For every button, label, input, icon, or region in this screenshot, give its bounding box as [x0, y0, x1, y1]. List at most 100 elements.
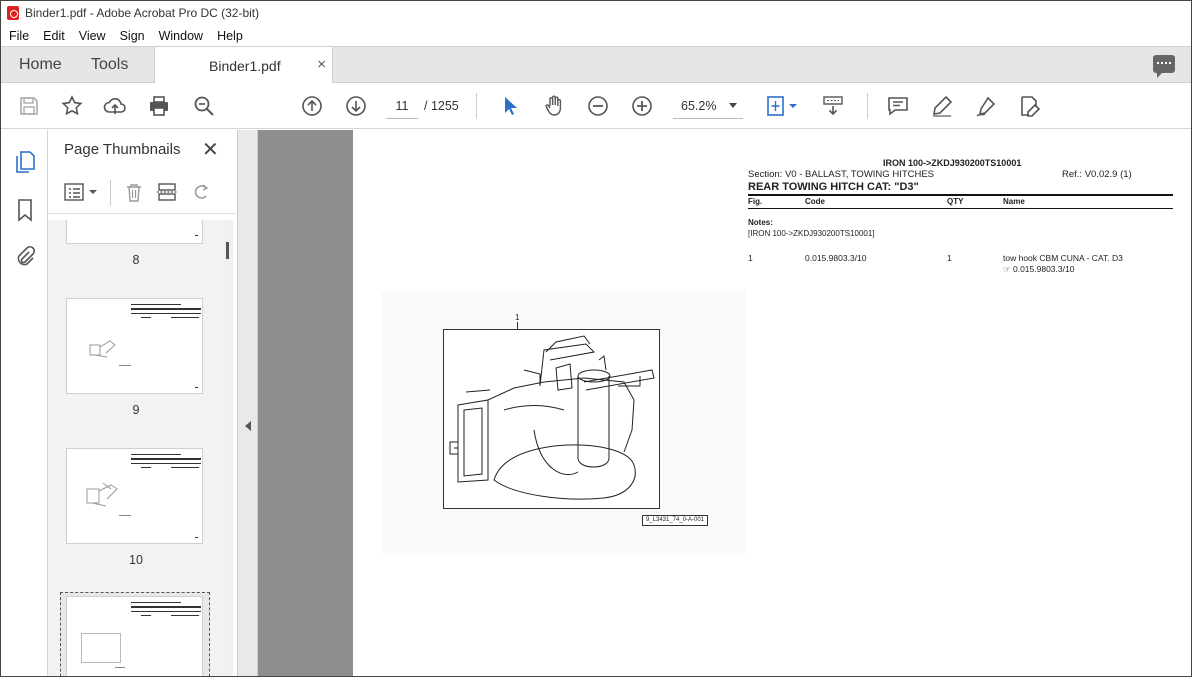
thumbnail-label: 9	[132, 403, 140, 417]
delete-page-icon[interactable]	[123, 182, 145, 202]
thumbnail-drawing	[86, 482, 118, 507]
add-comment-icon[interactable]	[886, 94, 910, 118]
thumbnail-page[interactable]	[66, 298, 203, 394]
thumbnail-text-line	[119, 515, 131, 516]
thumbnail-text-line	[141, 317, 151, 318]
document-tab-label: Binder1.pdf	[209, 58, 281, 74]
toolbar-divider	[867, 93, 868, 119]
scroll-mode-icon[interactable]	[821, 94, 845, 118]
thumbnail-scroll-thumb[interactable]	[226, 242, 229, 259]
bookmarks-icon[interactable]	[14, 198, 36, 222]
extract-page-icon[interactable]	[156, 182, 178, 202]
menu-edit[interactable]: Edit	[43, 29, 65, 43]
zoom-out-icon[interactable]	[586, 94, 610, 118]
thumbnail-drawing	[81, 633, 121, 663]
menu-help[interactable]: Help	[217, 29, 243, 43]
highlight-pen-icon[interactable]	[930, 94, 954, 118]
thumbnail-text-line	[119, 365, 131, 366]
rotate-page-icon[interactable]	[190, 182, 212, 202]
thumbnail-label: 10	[129, 553, 143, 567]
thumbnail-drawing	[89, 340, 116, 358]
thumbnail-text-line	[131, 606, 201, 608]
collapse-panel-icon[interactable]	[245, 421, 251, 431]
comment-bubble-icon[interactable]	[1153, 55, 1175, 78]
zoom-in-icon[interactable]	[630, 94, 654, 118]
navigation-rail	[1, 130, 48, 676]
toolbar-divider	[110, 180, 111, 206]
upload-cloud-icon[interactable]	[103, 94, 127, 118]
menu-sign[interactable]: Sign	[120, 29, 145, 43]
thumbnail-text-line	[171, 615, 199, 616]
tow-hook-drawing	[443, 329, 660, 509]
thumbnail-text-line	[131, 602, 181, 603]
attachments-paperclip-icon[interactable]	[14, 244, 36, 268]
page-section: Section: V0 - BALLAST, TOWING HITCHES	[748, 169, 935, 180]
thumbnail-page[interactable]	[66, 448, 203, 544]
menu-window[interactable]: Window	[159, 29, 203, 43]
acrobat-logo-icon	[7, 6, 19, 20]
thumbnail-text-line	[141, 467, 151, 468]
table-header-rule	[748, 208, 1173, 209]
row-name: tow hook CBM CUNA - CAT. D3	[1003, 253, 1123, 263]
thumbnail-text-line	[171, 317, 199, 318]
menu-file[interactable]: File	[9, 29, 29, 43]
panel-title: Page Thumbnails	[64, 141, 181, 158]
page-number-input[interactable]: 11	[386, 93, 418, 119]
page-ref: Ref.: V0.02.9 (1)	[1062, 169, 1132, 180]
thumbnail-text-line	[141, 615, 151, 616]
tab-home[interactable]: Home	[19, 56, 62, 74]
menu-bar: File Edit View Sign Window Help	[1, 25, 1191, 46]
thumbnail-text-line	[115, 667, 125, 668]
thumbnail-text-line	[131, 458, 201, 460]
page-fit-icon[interactable]	[765, 94, 801, 118]
toolbar-divider	[476, 93, 477, 119]
zoom-search-icon[interactable]	[192, 94, 216, 118]
tow-hook-illustration	[449, 335, 655, 500]
thumbnail-text-line	[131, 308, 201, 310]
column-qty: QTY	[947, 197, 964, 206]
edit-pdf-icon[interactable]	[1018, 94, 1042, 118]
title-bar: Binder1.pdf - Adobe Acrobat Pro DC (32-b…	[1, 1, 1191, 25]
thumbnail-options-icon[interactable]	[64, 182, 100, 202]
close-panel-icon[interactable]: ✕	[202, 137, 219, 162]
close-tab-icon[interactable]: ×	[317, 56, 326, 73]
thumbnail-page-current[interactable]	[66, 596, 203, 676]
thumbnail-text-line	[131, 454, 181, 455]
thumbnail-list[interactable]: 8 9 10	[48, 220, 224, 676]
thumbnail-text-line	[131, 313, 201, 314]
toolbar: 11 / 1255 65.2%	[1, 83, 1191, 129]
figure-reference-tag: 9_L3431_74_0-A-001	[642, 515, 708, 526]
row-reference-code: ☞ 0.015.9803.3/10	[1003, 264, 1075, 274]
tab-document[interactable]: Binder1.pdf ×	[154, 47, 333, 84]
column-name: Name	[1003, 197, 1025, 206]
chevron-down-icon[interactable]	[729, 103, 737, 108]
notes-value: [IRON 100->ZKDJ930200TS10001]	[748, 229, 875, 238]
page-thumbnails-icon[interactable]	[14, 150, 36, 174]
row-qty: 1	[947, 253, 952, 263]
row-code: 0.015.9803.3/10	[805, 253, 867, 263]
select-cursor-icon[interactable]	[498, 94, 522, 118]
page-total: / 1255	[424, 99, 459, 113]
column-code: Code	[805, 197, 825, 206]
previous-page-icon[interactable]	[300, 94, 324, 118]
tab-tools[interactable]: Tools	[91, 56, 128, 74]
hand-tool-icon[interactable]	[542, 94, 566, 118]
page-heading: REAR TOWING HITCH CAT: "D3"	[748, 181, 919, 193]
save-icon[interactable]	[17, 94, 41, 118]
next-page-icon[interactable]	[344, 94, 368, 118]
page-thumbnails-panel: Page Thumbnails ✕ 8 9 10	[48, 130, 238, 676]
thumbnail-text-line	[131, 611, 201, 612]
thumbnail-text-line	[131, 304, 181, 305]
table-top-rule	[748, 194, 1173, 196]
bookmark-star-icon[interactable]	[60, 94, 84, 118]
fill-sign-icon[interactable]	[974, 94, 998, 118]
thumbnail-text-line	[131, 463, 201, 464]
page-doc-id: IRON 100->ZKDJ930200TS10001	[883, 158, 1022, 168]
figure-callout: 1	[515, 313, 520, 322]
menu-view[interactable]: View	[79, 29, 106, 43]
thumbnail-page[interactable]	[66, 220, 203, 244]
thumbnail-scrollbar[interactable]	[224, 220, 233, 676]
print-icon[interactable]	[147, 94, 171, 118]
thumbnail-label: 8	[132, 253, 140, 267]
panel-splitter[interactable]	[238, 130, 258, 676]
